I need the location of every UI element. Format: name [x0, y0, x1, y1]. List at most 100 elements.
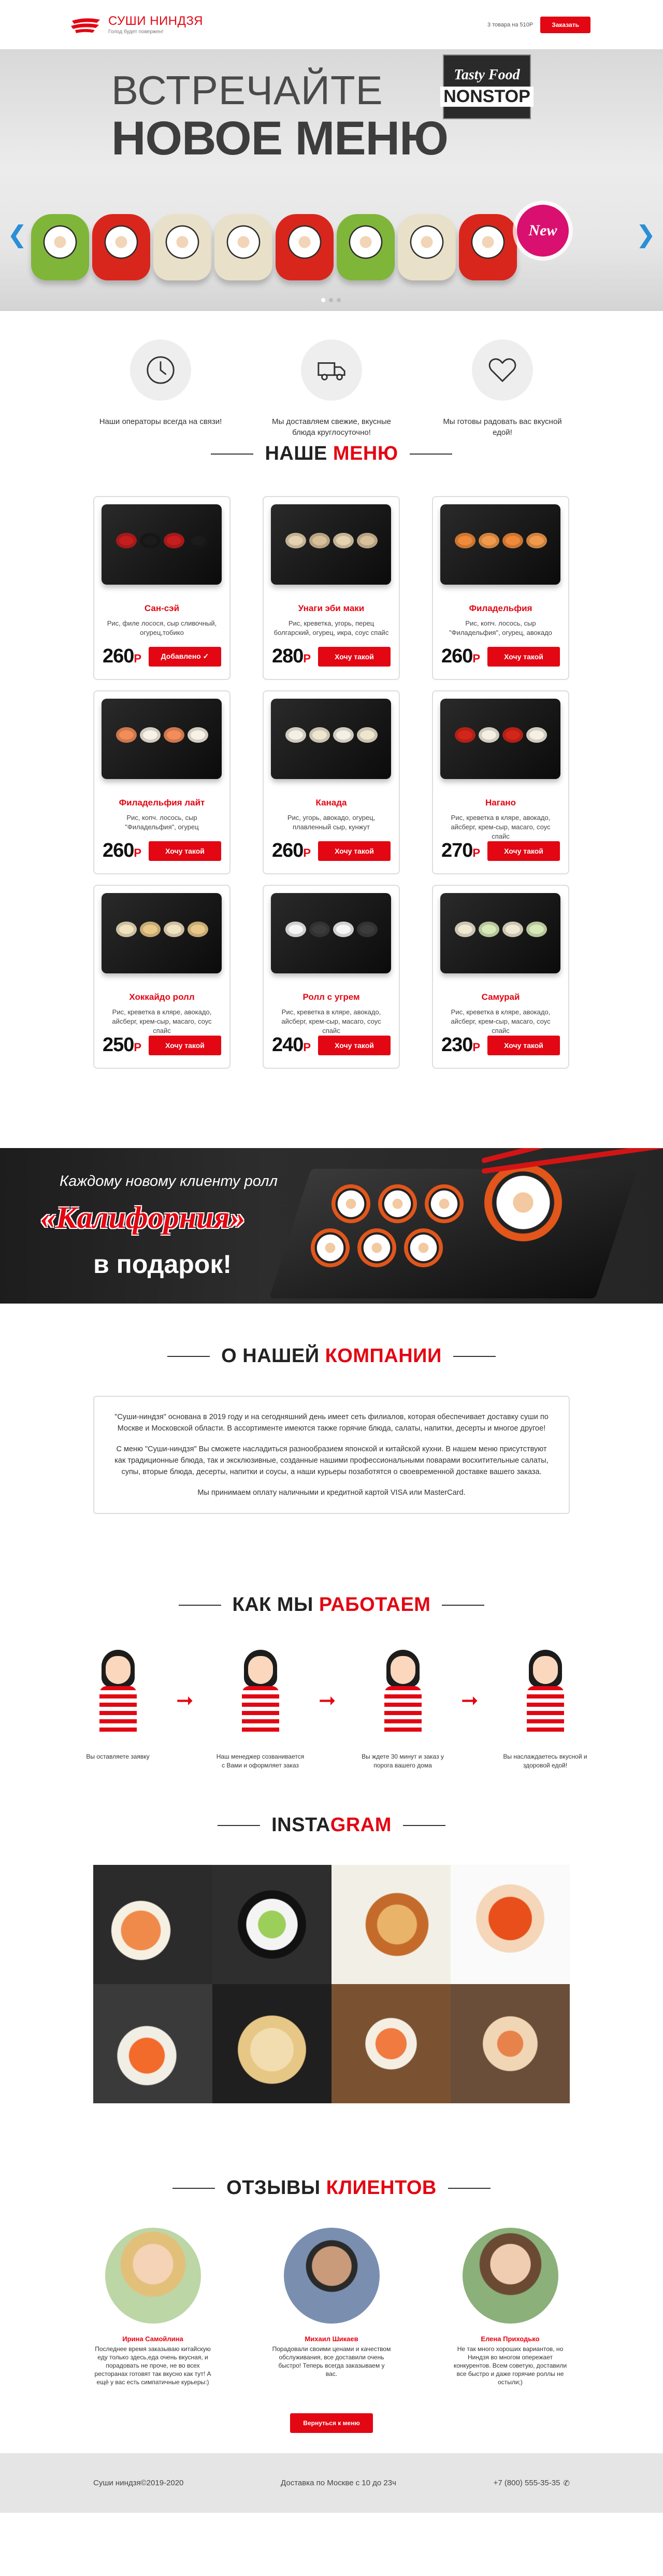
price-currency: Р [303, 652, 311, 665]
add-to-cart-button[interactable]: Добавлено ✓ [149, 646, 221, 667]
heart-icon [472, 339, 533, 401]
sushi-roll [337, 214, 395, 280]
reviews-title-a: ОТЗЫВЫ [226, 2177, 321, 2199]
menu-item-price: 260Р [103, 840, 141, 862]
add-to-cart-button[interactable]: Хочу такой [149, 1035, 221, 1055]
about-paragraph: С меню "Суши-ниндзя" Вы сможете насладит… [114, 1445, 549, 1476]
banner-roll [357, 1228, 396, 1267]
menu-item-name[interactable]: Сан-сэй [94, 603, 229, 614]
menu-item-image[interactable] [440, 504, 560, 585]
menu-item-image[interactable] [102, 504, 222, 585]
sushi-piece [333, 533, 354, 548]
instagram-photo[interactable] [451, 1865, 570, 1984]
instagram-photo[interactable] [332, 1984, 451, 2103]
sushi-piece [140, 922, 161, 937]
hero-title: ВСТРЕЧАЙТЕ НОВОЕ МЕНЮ [111, 70, 449, 165]
menu-item-name[interactable]: Филадельфия лайт [94, 798, 229, 808]
add-to-cart-button[interactable]: Хочу такой [318, 1035, 391, 1055]
footer-copyright: Суши ниндзя©2019-2020 [93, 2479, 184, 2487]
add-to-cart-button[interactable]: Хочу такой [487, 841, 560, 861]
menu-card: Сан-сэй Рис, филе лосося, сыр сливочный,… [93, 496, 230, 680]
promo-banner[interactable]: Каждому новому клиенту ролл «Калифорния»… [0, 1148, 663, 1304]
sushi-piece [455, 922, 475, 937]
sushi-piece [357, 533, 378, 548]
order-button[interactable]: Заказать [540, 16, 590, 33]
add-to-cart-button[interactable]: Хочу такой [318, 841, 391, 861]
clock-icon [130, 339, 191, 401]
instagram-photo[interactable] [332, 1865, 451, 1984]
sushi-roll [459, 214, 517, 280]
add-to-cart-button[interactable]: Хочу такой [149, 841, 221, 861]
site-footer: Суши ниндзя©2019-2020 Доставка по Москве… [0, 2453, 663, 2513]
instagram-photo[interactable] [451, 1984, 570, 2103]
price-value: 270 [441, 840, 473, 861]
footer-phone[interactable]: +7 (800) 555-35-35 ✆ [494, 2479, 570, 2488]
slider-dot[interactable] [337, 298, 341, 302]
sushi-piece [309, 922, 330, 937]
slider-next-icon[interactable]: ❯ [636, 220, 656, 248]
menu-item-image[interactable] [271, 504, 391, 585]
menu-section: НАШЕ МЕНЮ Сан-сэй Рис, филе лосося, сыр … [0, 441, 663, 1148]
cart-summary[interactable]: 3 товара на 510Р [487, 22, 533, 28]
banner-roll [425, 1184, 464, 1223]
review-item: Михаил Шикаев Порадовали своими ценами и… [272, 2228, 391, 2386]
review-text: Не так много хороших вариантов, но Ниндз… [453, 2345, 567, 2386]
instagram-photo[interactable] [93, 1865, 212, 1984]
menu-item-name[interactable]: Самурай [433, 992, 568, 1002]
menu-item-name[interactable]: Унаги эби маки [264, 603, 399, 614]
hero-sushi-rolls [31, 214, 517, 280]
menu-item-name[interactable]: Нагано [433, 798, 568, 808]
instagram-photo[interactable] [212, 1865, 332, 1984]
feature-text: Мы готовы радовать вас вкусной едой! [443, 417, 562, 437]
slider-dot[interactable] [329, 298, 333, 302]
back-to-menu-button[interactable]: Вернуться к меню [290, 2413, 373, 2433]
menu-item-description: Рис, креветка в кляре, авокадо, айсберг,… [451, 1008, 551, 1035]
menu-item-image[interactable] [440, 893, 560, 973]
menu-grid: Сан-сэй Рис, филе лосося, сыр сливочный,… [93, 496, 570, 1069]
menu-item-name[interactable]: Филадельфия [433, 603, 568, 614]
price-currency: Р [134, 846, 141, 859]
slider-dot[interactable] [321, 298, 325, 302]
menu-card: Унаги эби маки Рис, креветка, угорь, пер… [263, 496, 400, 680]
ninja-girl-illustration [82, 1645, 154, 1748]
menu-item-description: Рис, креветка в кляре, авокадо, айсберг,… [112, 1008, 212, 1035]
menu-item-name[interactable]: Хоккайдо ролл [94, 992, 229, 1002]
instagram-photo[interactable] [93, 1984, 212, 2103]
menu-item-name[interactable]: Канада [264, 798, 399, 808]
menu-item-price: 280Р [272, 645, 311, 668]
menu-card: Канада Рис, угорь, авокадо, огурец, плав… [263, 690, 400, 874]
how-title-a: КАК МЫ [232, 1594, 313, 1616]
price-currency: Р [303, 846, 311, 859]
review-author: Ирина Самойлина [122, 2335, 183, 2343]
menu-item-image[interactable] [440, 699, 560, 779]
menu-item-image[interactable] [271, 893, 391, 973]
sushi-piece [140, 533, 161, 548]
price-currency: Р [472, 1041, 480, 1054]
hero-title-line2: НОВОЕ МЕНЮ [111, 112, 449, 165]
sushi-piece [502, 727, 523, 743]
add-to-cart-button[interactable]: Хочу такой [487, 1035, 560, 1055]
review-text: Последнее время заказываю китайскую еду … [94, 2345, 211, 2386]
footer-phone-number[interactable]: +7 (800) 555-35-35 [494, 2479, 560, 2487]
menu-item-image[interactable] [271, 699, 391, 779]
menu-item-image[interactable] [102, 699, 222, 779]
logo-title: СУШИ НИНДЗЯ [108, 14, 203, 28]
add-to-cart-button[interactable]: Хочу такой [487, 646, 560, 667]
price-currency: Р [134, 1041, 141, 1054]
logo[interactable]: СУШИ НИНДЗЯ Голод будет повержен! [70, 15, 203, 35]
sushi-piece [502, 533, 523, 548]
instagram-photo[interactable] [212, 1984, 332, 2103]
add-to-cart-button[interactable]: Хочу такой [318, 646, 391, 667]
sushi-piece [285, 727, 306, 743]
about-paragraph: "Суши-ниндзя" основана в 2019 году и на … [114, 1413, 549, 1433]
menu-item-image[interactable] [102, 893, 222, 973]
menu-item-name[interactable]: Ролл с угрем [264, 992, 399, 1002]
step-text: Вы наслаждаетесь вкусной и здоровой едой… [503, 1753, 587, 1769]
features-section: Наши операторы всегда на связи! Мы доста… [0, 311, 663, 441]
reviews-title-b: КЛИЕНТОВ [326, 2177, 437, 2199]
logo-subtitle: Голод будет повержен! [108, 29, 164, 35]
sushi-piece [164, 533, 184, 548]
review-item: Ирина Самойлина Последнее время заказыва… [93, 2228, 212, 2386]
price-value: 250 [103, 1034, 134, 1056]
slider-prev-icon[interactable]: ❮ [7, 220, 27, 248]
